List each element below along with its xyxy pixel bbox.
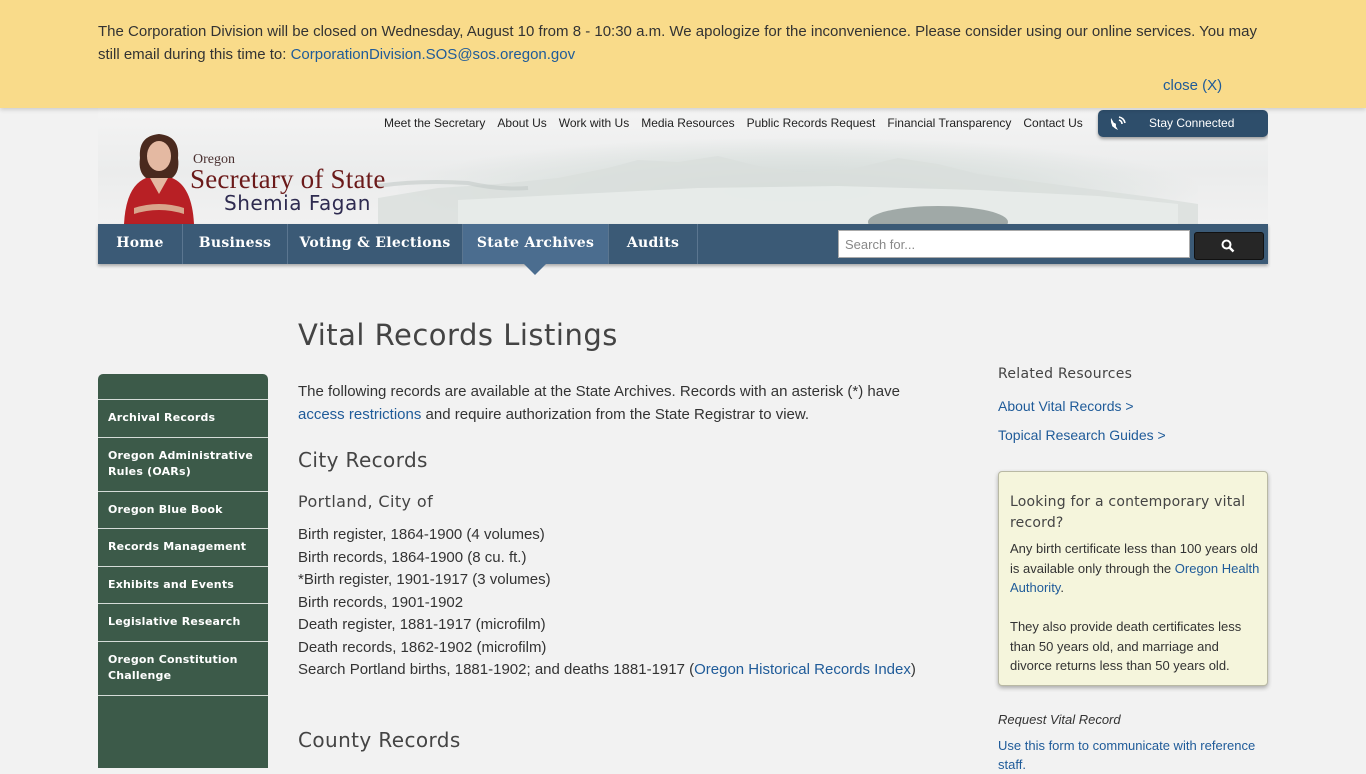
about-vital-records-link[interactable]: About Vital Records >: [998, 398, 1134, 414]
portland-heading: Portland, City of: [298, 492, 434, 511]
search-records-text-end: ): [910, 661, 916, 678]
section-sidebar: Archival Records Oregon Administrative R…: [98, 374, 268, 768]
county-records-heading: County Records: [298, 728, 461, 752]
list-item: Birth records, 1901-1902: [298, 593, 464, 611]
callout-title: Looking for a contemporary vital record?: [1010, 494, 1246, 531]
callout-text-end: .: [1060, 580, 1064, 595]
logo-secretary-name: Shemia Fagan: [224, 191, 371, 215]
sidebar-item-blue-book[interactable]: Oregon Blue Book: [98, 491, 268, 528]
alert-text: The Corporation Division will be closed …: [98, 23, 1257, 63]
sidebar-item-exhibits-events[interactable]: Exhibits and Events: [98, 566, 268, 603]
topnav-contact-us[interactable]: Contact Us: [1023, 116, 1082, 130]
sidebar-item-records-management[interactable]: Records Management: [98, 528, 268, 566]
request-vital-record-heading: Request Vital Record: [998, 712, 1121, 727]
search-records-text: Search Portland births, 1881-1902; and d…: [298, 661, 695, 678]
intro-text-end: and require authorization from the State…: [421, 406, 810, 423]
sidebar-item-legislative-research[interactable]: Legislative Research: [98, 603, 268, 641]
search-button[interactable]: [1194, 232, 1264, 260]
topnav-media-resources[interactable]: Media Resources: [641, 116, 734, 130]
alert-email-link[interactable]: CorporationDivision.SOS@sos.oregon.gov: [291, 46, 576, 63]
intro-text: The following records are available at t…: [298, 383, 900, 400]
search-icon: [1221, 239, 1235, 253]
list-item-search: Search Portland births, 1881-1902; and d…: [298, 659, 916, 682]
stay-connected-label: Stay Connected: [1149, 116, 1235, 130]
secretary-portrait: [124, 134, 194, 224]
portland-records-list: Birth register, 1864-1900 (4 volumes) Bi…: [298, 524, 916, 682]
alert-close-button[interactable]: close (X): [1163, 77, 1222, 94]
list-item: Birth register, 1864-1900 (4 volumes): [298, 526, 545, 543]
nav-business[interactable]: Business: [183, 224, 288, 264]
sidebar-item-oars[interactable]: Oregon Administrative Rules (OARs): [98, 437, 268, 491]
nav-home[interactable]: Home: [98, 224, 183, 264]
sidebar-item-constitution-challenge[interactable]: Oregon Constitution Challenge: [98, 641, 268, 696]
alert-message: The Corporation Division will be closed …: [98, 20, 1268, 66]
active-nav-indicator: [524, 264, 546, 275]
topical-research-guides-link[interactable]: Topical Research Guides >: [998, 427, 1166, 443]
satellite-dish-icon: [1110, 116, 1126, 130]
city-records-heading: City Records: [298, 448, 428, 472]
topnav-public-records-request[interactable]: Public Records Request: [747, 116, 876, 130]
list-item: Birth records, 1864-1900 (8 cu. ft.): [298, 548, 527, 566]
contemporary-record-callout: Looking for a contemporary vital record?…: [998, 471, 1268, 686]
nav-audits[interactable]: Audits: [609, 224, 698, 264]
site-header: Oregon Secretary of State Shemia Fagan M…: [98, 108, 1268, 224]
nav-voting-elections[interactable]: Voting & Elections: [288, 224, 463, 264]
topnav-work-with-us[interactable]: Work with Us: [559, 116, 629, 130]
page-title: Vital Records Listings: [298, 318, 618, 352]
topnav-about-us[interactable]: About Us: [497, 116, 546, 130]
historical-records-index-link[interactable]: Oregon Historical Records Index: [694, 661, 911, 678]
main-nav: Home Business Voting & Elections State A…: [98, 224, 1268, 275]
topnav-meet-the-secretary[interactable]: Meet the Secretary: [384, 116, 485, 130]
callout-paragraph-1: Any birth certificate less than 100 year…: [1010, 539, 1260, 598]
topnav-financial-transparency[interactable]: Financial Transparency: [887, 116, 1011, 130]
access-restrictions-link[interactable]: access restrictions: [298, 406, 421, 423]
stay-connected-button[interactable]: Stay Connected: [1098, 110, 1268, 137]
reference-form-link[interactable]: Use this form to communicate with refere…: [998, 736, 1268, 774]
list-item: Death records, 1862-1902 (microfilm): [298, 638, 547, 656]
search-input[interactable]: [838, 230, 1190, 258]
crater-lake-image: [378, 156, 1198, 224]
closure-alert-banner: The Corporation Division will be closed …: [0, 0, 1366, 108]
list-item: *Birth register, 1901-1917 (3 volumes): [298, 571, 551, 588]
utility-nav: Meet the Secretary About Us Work with Us…: [384, 116, 1095, 130]
list-item: Death register, 1881-1917 (microfilm): [298, 616, 546, 633]
nav-state-archives[interactable]: State Archives: [463, 224, 609, 264]
sidebar-item-archival-records[interactable]: Archival Records: [98, 399, 268, 437]
callout-paragraph-2: They also provide death certificates les…: [1010, 619, 1242, 673]
related-resources-heading: Related Resources: [998, 366, 1133, 382]
intro-paragraph: The following records are available at t…: [298, 380, 948, 426]
